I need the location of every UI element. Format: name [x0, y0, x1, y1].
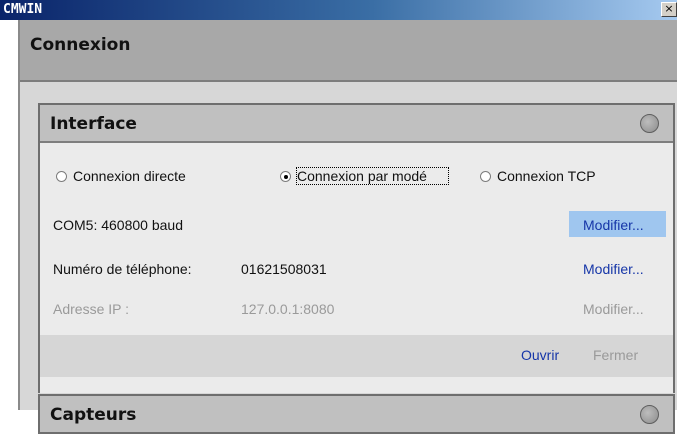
close-button[interactable]: × — [661, 2, 677, 17]
radio-selected-icon — [280, 171, 291, 182]
connexion-window: Connexion Interface Connexion directe Co… — [18, 20, 677, 434]
radio-label: Connexion directe — [73, 168, 186, 184]
interface-panel-header[interactable]: Interface — [40, 105, 673, 143]
interface-panel: Interface Connexion directe Connexion pa… — [38, 103, 675, 393]
interface-title: Interface — [50, 114, 137, 134]
interface-footer: Ouvrir Fermer — [40, 335, 673, 377]
connexion-title: Connexion — [30, 35, 131, 55]
radio-circle-icon — [480, 171, 491, 182]
second-panel-title: Capteurs — [50, 405, 137, 425]
ip-label: Adresse IP : — [53, 301, 130, 317]
radio-label: Connexion TCP — [497, 168, 596, 184]
radio-direct-connection[interactable]: Connexion directe — [56, 168, 186, 184]
main-area: Connexion Interface Connexion directe Co… — [18, 20, 677, 434]
window-title: CMWIN — [3, 2, 43, 17]
second-panel-header[interactable]: Capteurs — [38, 394, 675, 434]
com-port-label: COM5: 460800 baud — [53, 217, 183, 233]
connexion-header: Connexion — [20, 20, 677, 82]
radio-circle-icon — [56, 171, 67, 182]
ip-modify-link: Modifier... — [583, 301, 644, 317]
radio-tcp-connection[interactable]: Connexion TCP — [480, 168, 596, 184]
radio-label: Connexion par modé — [296, 167, 449, 185]
phone-value: 01621508031 — [241, 261, 327, 277]
radio-modem-connection[interactable]: Connexion par modé — [280, 167, 449, 185]
status-led-icon — [640, 405, 659, 424]
com-port-modify-link[interactable]: Modifier... — [583, 217, 644, 233]
open-link[interactable]: Ouvrir — [521, 347, 559, 363]
status-led-icon — [640, 114, 659, 133]
ip-value: 127.0.0.1:8080 — [241, 301, 335, 317]
title-bar: CMWIN × — [0, 0, 677, 20]
close-link: Fermer — [593, 347, 639, 363]
phone-modify-link[interactable]: Modifier... — [583, 261, 644, 277]
phone-label: Numéro de téléphone: — [53, 261, 192, 277]
